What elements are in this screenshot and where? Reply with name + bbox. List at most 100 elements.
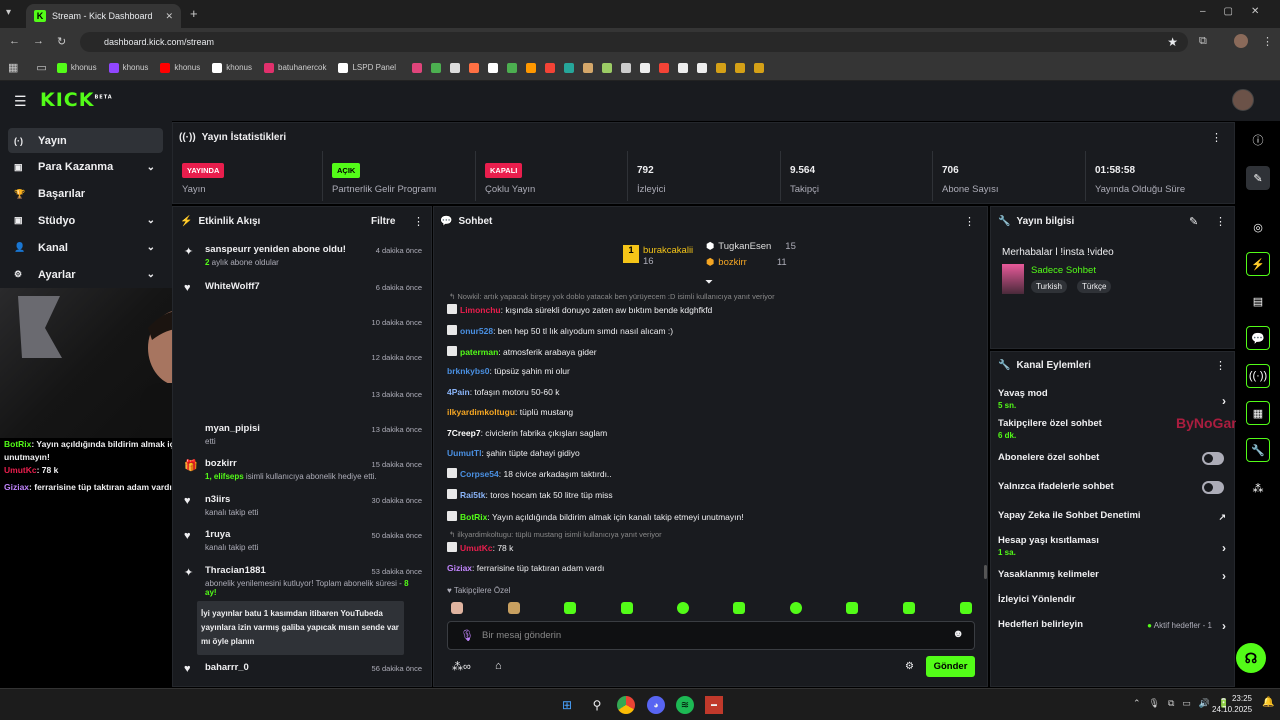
chat-menu-icon[interactable]: ⋮ xyxy=(964,215,975,228)
emote-9[interactable] xyxy=(903,602,915,614)
edit-pencil-icon[interactable]: ✎ xyxy=(1189,215,1198,228)
back-icon[interactable]: ← xyxy=(9,35,20,47)
new-tab-icon[interactable]: + xyxy=(190,6,198,21)
notification-bell-icon[interactable]: 🔔 xyxy=(1262,697,1274,708)
info-icon[interactable]: ⓘ xyxy=(1246,128,1270,152)
tab-close-icon[interactable]: ✕ xyxy=(165,11,173,22)
bookmark-item[interactable]: khonus xyxy=(56,62,97,73)
top-gifter[interactable]: ⬢ bozkirr 11 xyxy=(706,257,787,268)
store-icon[interactable]: ⌂ xyxy=(495,660,502,672)
bookmark-item[interactable]: khonus xyxy=(108,62,148,73)
chat-username[interactable]: brknkybs0 xyxy=(447,366,490,376)
chat-username[interactable]: ilkyardimkoltugu xyxy=(447,407,515,417)
bookmark-star-icon[interactable]: ★ xyxy=(1167,35,1178,49)
emote-2[interactable] xyxy=(508,602,520,614)
bookmark-item[interactable]: LSPD Panel xyxy=(338,62,396,73)
emote-10[interactable] xyxy=(960,602,972,614)
event-name[interactable]: n3iirs xyxy=(205,494,230,505)
chat-username[interactable]: BotRix xyxy=(460,512,487,522)
bookmark-item[interactable]: khonus xyxy=(212,62,252,73)
chat-username[interactable]: Giziax xyxy=(447,563,472,573)
edit-icon[interactable]: ✎ xyxy=(1246,166,1270,190)
chat-username[interactable]: 7Creep7 xyxy=(447,428,481,438)
external-link-icon[interactable]: ↗ xyxy=(1218,512,1226,523)
stream-info-menu-icon[interactable]: ⋮ xyxy=(1215,215,1226,228)
app-icon[interactable]: ▬ xyxy=(705,696,723,714)
tab-list-icon[interactable]: ▾ xyxy=(6,7,11,18)
sidebar-item-1[interactable]: (·) Yayın xyxy=(8,128,163,153)
action-9[interactable]: Hedefleri belirleyin › ● Aktif hedefler - … xyxy=(998,619,1226,633)
sidebar-item-2[interactable]: ▣ Para Kazanma ⌄ xyxy=(8,155,163,180)
chevron-down-icon[interactable]: ⌄ xyxy=(147,162,155,173)
chat-settings-icon[interactable]: ⚙ xyxy=(905,661,914,672)
apps-grid-icon[interactable]: ▦ xyxy=(8,61,18,74)
menu-kebab-icon[interactable]: ⋮ xyxy=(1262,35,1273,48)
extensions-icon[interactable]: ⧉ xyxy=(1199,35,1207,48)
browser-tab[interactable]: K Stream - Kick Dashboard ✕ xyxy=(26,4,181,28)
emote-6[interactable] xyxy=(733,602,745,614)
sidebar-item-6[interactable]: ⚙ Ayarlar ⌄ xyxy=(8,262,163,287)
pin-arrow-icon[interactable]: ⏷ xyxy=(705,277,713,288)
chrome-icon[interactable] xyxy=(617,696,635,714)
action-1[interactable]: Yavaş mod 5 sn. › xyxy=(998,388,1226,410)
tag-turkish[interactable]: Turkish xyxy=(1031,280,1067,293)
chat-scrollbar[interactable] xyxy=(984,565,987,579)
forward-icon[interactable]: → xyxy=(33,35,44,47)
bookmark-item[interactable]: khonus xyxy=(160,62,200,73)
chat-username[interactable]: Rai5tk xyxy=(460,490,486,500)
chat-username[interactable]: onur528 xyxy=(460,326,493,336)
wrench-rail-icon[interactable]: 🔧 xyxy=(1246,438,1270,462)
chat-rail-icon[interactable]: 💬 xyxy=(1246,326,1270,350)
emoji-icon[interactable]: ☻ xyxy=(952,628,964,640)
event-name[interactable]: 1ruya xyxy=(205,529,230,540)
chat-username[interactable]: UmutKc xyxy=(460,543,493,553)
top-gifter[interactable]: ⬢ TugkanEsen 15 xyxy=(706,241,796,252)
event-name[interactable]: baharrr_0 xyxy=(205,662,249,673)
chat-username[interactable]: Corpse54 xyxy=(460,469,499,479)
hamburger-menu-icon[interactable]: ☰ xyxy=(14,93,27,110)
spotify-icon[interactable]: ≋ xyxy=(676,696,694,714)
tag-turkce[interactable]: Türkçe xyxy=(1077,280,1112,293)
event-name[interactable]: bozkirr xyxy=(205,458,237,469)
kick-logo[interactable]: KICKBETA xyxy=(40,89,113,111)
bookmark-item[interactable]: batuhanercok xyxy=(264,62,326,73)
emote-5[interactable] xyxy=(677,602,689,614)
emote-4[interactable] xyxy=(621,602,633,614)
profile-avatar[interactable] xyxy=(1234,34,1248,48)
clipboard-icon[interactable]: ▤ xyxy=(1246,289,1270,313)
community-icon[interactable]: ⁂∞ xyxy=(452,660,471,673)
broadcast-rail-icon[interactable]: ((·)) xyxy=(1246,364,1270,388)
send-button[interactable]: Gönder xyxy=(926,656,975,677)
event-name[interactable]: Thracian1881 xyxy=(205,565,266,576)
chat-username[interactable]: Limonchu xyxy=(460,305,501,315)
folder-icon[interactable]: ▭ xyxy=(36,61,46,74)
chevron-right-icon[interactable]: › xyxy=(1222,569,1226,583)
windows-start-icon[interactable]: ⊞ xyxy=(558,696,576,714)
actions-menu-icon[interactable]: ⋮ xyxy=(1215,359,1226,372)
bolt-rail-icon[interactable]: ⚡ xyxy=(1246,252,1270,276)
stats-menu-icon[interactable]: ⋮ xyxy=(1211,131,1222,144)
filter-button[interactable]: Filtre xyxy=(371,216,395,227)
reload-icon[interactable]: ↻ xyxy=(57,35,66,48)
category-name[interactable]: Sadece Sohbet xyxy=(1031,265,1096,276)
emote-7[interactable] xyxy=(790,602,802,614)
chevron-right-icon[interactable]: › xyxy=(1222,394,1226,408)
chevron-down-icon[interactable]: ⌄ xyxy=(147,242,155,253)
chevron-down-icon[interactable]: ⌄ xyxy=(147,215,155,226)
sidebar-item-4[interactable]: ▣ Stüdyo ⌄ xyxy=(8,208,163,233)
window-controls[interactable]: –▢✕ xyxy=(1200,6,1277,17)
community-rail-icon[interactable]: ⁂ xyxy=(1246,476,1270,500)
layout-rail-icon[interactable]: ▦ xyxy=(1246,401,1270,425)
event-name[interactable]: myan_pipisi xyxy=(205,423,260,434)
emote-8[interactable] xyxy=(846,602,858,614)
user-avatar[interactable] xyxy=(1232,89,1254,111)
microphone-icon[interactable]: 🎙 xyxy=(460,629,474,642)
event-name[interactable]: sanspeurr yeniden abone oldu! xyxy=(205,244,346,255)
discord-icon[interactable]: ◕ xyxy=(647,696,665,714)
capture-icon[interactable]: ◎ xyxy=(1246,215,1270,239)
action-7[interactable]: Yasaklanmış kelimeler › xyxy=(998,569,1226,583)
toggle-switch[interactable] xyxy=(1202,481,1224,494)
action-6[interactable]: Hesap yaşı kısıtlaması 1 sa. › xyxy=(998,535,1226,557)
activity-menu-icon[interactable]: ⋮ xyxy=(413,215,424,228)
support-headset-icon[interactable]: ☊ xyxy=(1236,643,1266,673)
